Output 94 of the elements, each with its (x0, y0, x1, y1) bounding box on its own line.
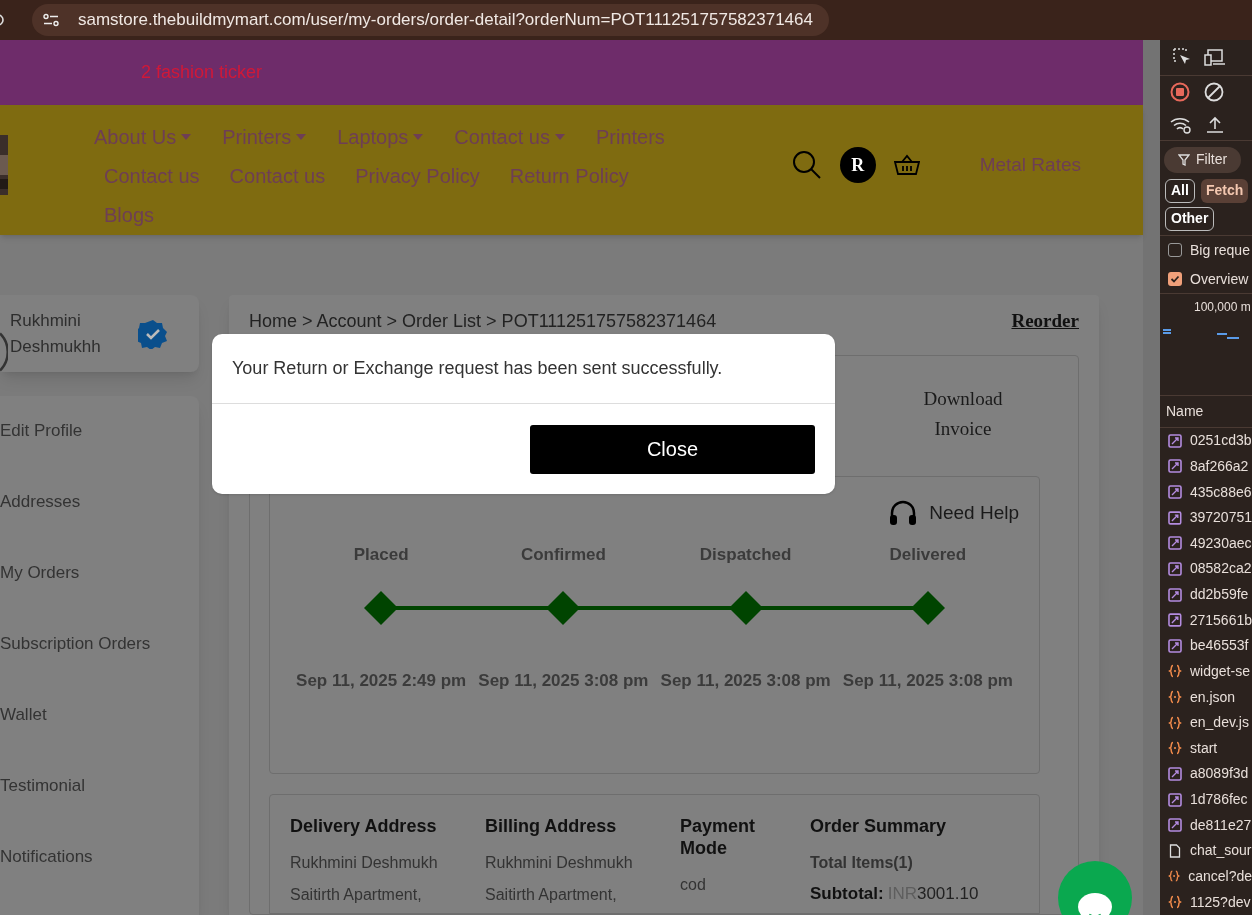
device-toolbar-icon[interactable] (1204, 48, 1226, 67)
braces-icon (1168, 895, 1182, 910)
request-row[interactable]: 1d786fec (1160, 786, 1252, 813)
step-label: Delivered (889, 543, 967, 566)
subtotal-label: Subtotal: (810, 883, 884, 905)
request-icon (1168, 485, 1182, 500)
ticker-text: 2 fashion ticker (141, 61, 263, 84)
option-label: Big reque (1190, 240, 1250, 260)
record-icon[interactable] (1170, 82, 1190, 103)
step-date: Sep 11, 2025 3:08 pm (478, 669, 649, 692)
chat-button[interactable] (1058, 861, 1132, 915)
request-row[interactable]: 2715661b (1160, 607, 1252, 634)
request-row[interactable]: 435c88e6 (1160, 479, 1252, 505)
filter-chip[interactable]: Other (1165, 207, 1215, 231)
basket-icon[interactable] (893, 154, 920, 176)
details-text: cod (680, 875, 707, 895)
subtotal-amount: 3001.10 (916, 883, 979, 905)
braces-icon (1168, 664, 1182, 679)
avatar-icon (0, 332, 8, 372)
step-date: Sep 11, 2025 3:08 pm (842, 669, 1013, 692)
request-icon (1168, 562, 1182, 576)
request-icon (1168, 536, 1182, 551)
reorder-link[interactable]: Reorder (1011, 306, 1079, 336)
document-icon (1168, 843, 1182, 858)
request-icon (1168, 459, 1182, 474)
request-icon (1168, 638, 1182, 653)
url-text: samstore.thebuildmymart.com/user/my-orders/order-detail?orderNum=POT111251757582371464 (78, 9, 813, 32)
request-row[interactable]: be46553f (1160, 633, 1252, 659)
braces-icon (1168, 869, 1181, 884)
request-icon (1168, 818, 1182, 833)
request-row[interactable]: cancel?de (1160, 863, 1252, 890)
braces-icon (1168, 715, 1182, 730)
request-row[interactable]: 49230aec (1160, 530, 1252, 557)
request-row[interactable]: de811e27 (1160, 812, 1252, 839)
details-heading: Billing Address (485, 815, 618, 837)
profile-name: Rukhmini Deshmukhh (10, 309, 102, 358)
name-column-header: Name (1160, 396, 1252, 429)
check-icon (1170, 274, 1180, 285)
search-icon[interactable] (791, 150, 822, 180)
upload-icon[interactable] (1206, 115, 1224, 134)
filter-icon (1178, 154, 1190, 166)
checkbox[interactable] (1168, 272, 1182, 287)
braces-icon (1168, 690, 1182, 705)
request-row[interactable]: a8089f3d (1160, 761, 1252, 787)
site-settings-icon (42, 13, 60, 27)
details-text: Saitirth Apartment, (290, 885, 423, 905)
request-icon (1168, 587, 1182, 602)
close-button[interactable]: Close (530, 424, 815, 474)
step-label: Placed (353, 543, 409, 566)
request-row[interactable]: 39720751 (1160, 504, 1252, 531)
details-heading: Delivery Address (290, 815, 438, 837)
checkbox[interactable] (1168, 243, 1182, 258)
headphones-icon[interactable] (889, 500, 918, 527)
request-icon (1168, 767, 1182, 781)
filter-chip[interactable]: All (1165, 179, 1195, 203)
filter-button[interactable]: Filter (1164, 147, 1242, 173)
network-settings-icon[interactable] (1170, 115, 1192, 134)
timeline-label: 100,000 m (1193, 299, 1252, 317)
total-items: Total Items(1) (810, 853, 914, 873)
scrollbar[interactable] (1143, 40, 1160, 915)
request-row[interactable]: start (1160, 735, 1252, 762)
details-heading: Order Summary (810, 815, 948, 837)
request-row[interactable]: 1125?dev (1160, 889, 1252, 915)
chat-icon (1077, 893, 1113, 915)
request-row[interactable]: dd2b59fe (1160, 581, 1252, 608)
step-date: Sep 11, 2025 2:49 pm (296, 669, 467, 692)
request-row[interactable]: 08582ca2 (1160, 556, 1252, 582)
details-heading: Payment Mode (680, 815, 757, 859)
request-icon (1168, 510, 1182, 525)
filter-chip[interactable]: Fetch (1200, 179, 1249, 203)
request-row[interactable]: 8af266a2 (1160, 453, 1252, 480)
request-row[interactable]: 0251cd3b (1160, 428, 1252, 454)
details-text: Saitirth Apartment, (485, 885, 618, 905)
request-icon (1168, 433, 1182, 448)
request-row[interactable]: en_dev.js (1160, 709, 1252, 736)
step-label: Confirmed (520, 543, 606, 566)
user-avatar[interactable]: R (839, 147, 876, 183)
dialog-message: Your Return or Exchange request has been sent successfully. (232, 357, 723, 380)
request-row[interactable]: chat_sour (1160, 838, 1252, 864)
clear-icon[interactable] (1204, 82, 1224, 103)
braces-icon (1168, 741, 1182, 756)
details-text: Rukhmini Deshmukh (485, 853, 634, 873)
url-field[interactable]: samstore.thebuildmymart.com/user/my-orders/order-detail?orderNum=POT111251757582371464 (32, 4, 829, 36)
step-label: Dispatched (699, 543, 792, 566)
request-row[interactable]: en.json (1160, 684, 1252, 710)
step-date: Sep 11, 2025 3:08 pm (660, 669, 831, 692)
details-text: Rukhmini Deshmukh (290, 853, 439, 873)
option-label: Overview (1190, 269, 1249, 289)
request-icon (1168, 613, 1182, 628)
request-row[interactable]: widget-se (1160, 658, 1252, 685)
request-icon (1168, 792, 1182, 807)
breadcrumb: Home > Account > Order List > POT111251757582371464 (249, 309, 717, 333)
need-help-link[interactable]: Need Help (929, 499, 1019, 528)
download-invoice-link[interactable]: Download Invoice (903, 384, 1023, 444)
